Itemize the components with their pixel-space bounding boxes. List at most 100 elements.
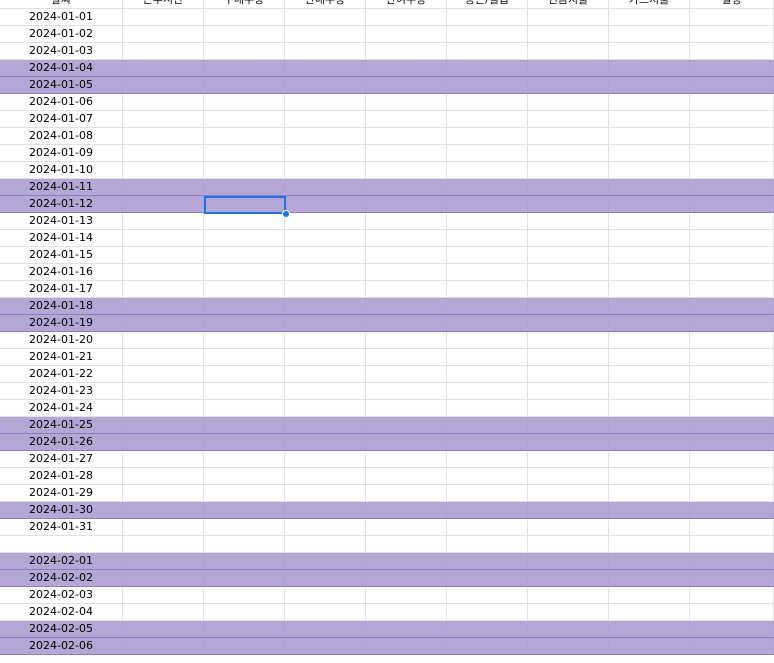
data-cell[interactable] bbox=[366, 94, 447, 111]
data-cell[interactable] bbox=[366, 298, 447, 315]
data-cell[interactable] bbox=[285, 264, 366, 281]
data-cell[interactable] bbox=[447, 179, 528, 196]
data-cell[interactable] bbox=[204, 77, 285, 94]
data-cell[interactable] bbox=[609, 247, 690, 264]
data-cell[interactable] bbox=[609, 570, 690, 587]
data-cell[interactable] bbox=[690, 230, 774, 247]
data-cell[interactable] bbox=[285, 196, 366, 213]
data-cell[interactable] bbox=[447, 264, 528, 281]
data-cell[interactable] bbox=[285, 553, 366, 570]
data-cell[interactable] bbox=[447, 247, 528, 264]
data-cell[interactable] bbox=[690, 264, 774, 281]
data-cell[interactable] bbox=[690, 621, 774, 638]
data-cell[interactable] bbox=[285, 26, 366, 43]
date-cell[interactable]: 2024-01-24 bbox=[0, 400, 123, 417]
data-cell[interactable] bbox=[123, 43, 204, 60]
data-cell[interactable] bbox=[528, 570, 609, 587]
data-cell[interactable] bbox=[528, 128, 609, 145]
data-cell[interactable] bbox=[366, 43, 447, 60]
data-cell[interactable] bbox=[528, 264, 609, 281]
data-cell[interactable] bbox=[690, 213, 774, 230]
data-cell[interactable] bbox=[447, 162, 528, 179]
data-cell[interactable] bbox=[285, 60, 366, 77]
data-cell[interactable] bbox=[528, 451, 609, 468]
date-cell[interactable]: 2024-01-29 bbox=[0, 485, 123, 502]
data-cell[interactable] bbox=[285, 43, 366, 60]
date-cell[interactable]: 2024-01-02 bbox=[0, 26, 123, 43]
data-cell[interactable] bbox=[609, 196, 690, 213]
date-cell[interactable]: 2024-01-13 bbox=[0, 213, 123, 230]
data-cell[interactable] bbox=[123, 247, 204, 264]
data-cell[interactable] bbox=[447, 77, 528, 94]
data-cell[interactable] bbox=[528, 366, 609, 383]
data-cell[interactable] bbox=[123, 162, 204, 179]
data-cell[interactable] bbox=[447, 128, 528, 145]
data-cell[interactable] bbox=[690, 145, 774, 162]
data-cell[interactable] bbox=[123, 621, 204, 638]
data-cell[interactable] bbox=[366, 128, 447, 145]
data-cell[interactable] bbox=[528, 230, 609, 247]
data-cell[interactable] bbox=[609, 468, 690, 485]
data-cell[interactable] bbox=[366, 604, 447, 621]
data-cell[interactable] bbox=[528, 383, 609, 400]
data-cell[interactable] bbox=[366, 570, 447, 587]
selected-cell-border[interactable] bbox=[204, 196, 286, 214]
data-cell[interactable] bbox=[285, 298, 366, 315]
data-cell[interactable] bbox=[528, 332, 609, 349]
data-cell[interactable] bbox=[609, 179, 690, 196]
data-cell[interactable] bbox=[285, 111, 366, 128]
data-cell[interactable] bbox=[204, 230, 285, 247]
data-cell[interactable] bbox=[690, 519, 774, 536]
data-cell[interactable] bbox=[366, 213, 447, 230]
data-cell[interactable] bbox=[123, 400, 204, 417]
data-cell[interactable] bbox=[285, 502, 366, 519]
data-cell[interactable] bbox=[204, 349, 285, 366]
data-cell[interactable] bbox=[204, 298, 285, 315]
data-cell[interactable] bbox=[123, 77, 204, 94]
data-cell[interactable] bbox=[204, 519, 285, 536]
data-cell[interactable] bbox=[690, 128, 774, 145]
data-cell[interactable] bbox=[528, 468, 609, 485]
data-cell[interactable] bbox=[285, 230, 366, 247]
data-cell[interactable] bbox=[447, 570, 528, 587]
data-cell[interactable] bbox=[285, 179, 366, 196]
data-cell[interactable] bbox=[609, 553, 690, 570]
data-cell[interactable] bbox=[447, 230, 528, 247]
data-cell[interactable] bbox=[447, 111, 528, 128]
data-cell[interactable] bbox=[366, 621, 447, 638]
data-cell[interactable] bbox=[609, 43, 690, 60]
date-cell[interactable]: 2024-01-03 bbox=[0, 43, 123, 60]
data-cell[interactable] bbox=[609, 536, 690, 553]
data-cell[interactable] bbox=[366, 145, 447, 162]
data-cell[interactable] bbox=[204, 9, 285, 26]
data-cell[interactable] bbox=[204, 281, 285, 298]
data-cell[interactable] bbox=[690, 417, 774, 434]
data-cell[interactable] bbox=[447, 315, 528, 332]
data-cell[interactable] bbox=[690, 281, 774, 298]
data-cell[interactable] bbox=[447, 145, 528, 162]
data-cell[interactable] bbox=[447, 536, 528, 553]
data-cell[interactable] bbox=[609, 451, 690, 468]
data-cell[interactable] bbox=[528, 400, 609, 417]
data-cell[interactable] bbox=[285, 621, 366, 638]
data-cell[interactable] bbox=[366, 179, 447, 196]
data-cell[interactable] bbox=[285, 587, 366, 604]
date-cell[interactable]: 2024-01-01 bbox=[0, 9, 123, 26]
data-cell[interactable] bbox=[285, 451, 366, 468]
data-cell[interactable] bbox=[366, 417, 447, 434]
data-cell[interactable] bbox=[609, 213, 690, 230]
data-cell[interactable] bbox=[285, 383, 366, 400]
date-cell[interactable]: 2024-01-15 bbox=[0, 247, 123, 264]
data-cell[interactable] bbox=[204, 60, 285, 77]
data-cell[interactable] bbox=[528, 553, 609, 570]
data-cell[interactable] bbox=[690, 349, 774, 366]
data-cell[interactable] bbox=[204, 553, 285, 570]
data-cell[interactable] bbox=[204, 94, 285, 111]
date-cell[interactable]: 2024-01-14 bbox=[0, 230, 123, 247]
data-cell[interactable] bbox=[204, 587, 285, 604]
data-cell[interactable] bbox=[528, 213, 609, 230]
data-cell[interactable] bbox=[690, 451, 774, 468]
data-cell[interactable] bbox=[123, 570, 204, 587]
date-cell[interactable]: 2024-01-21 bbox=[0, 349, 123, 366]
data-cell[interactable] bbox=[528, 587, 609, 604]
